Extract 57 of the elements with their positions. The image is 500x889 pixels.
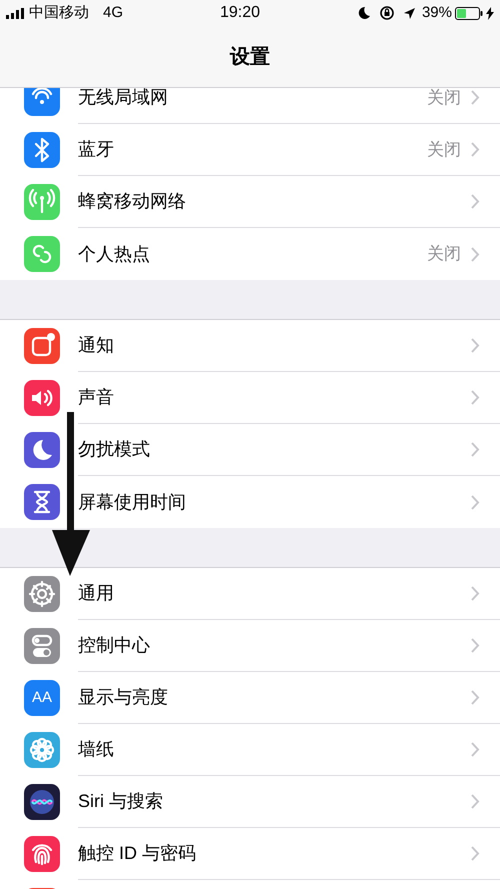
row-value: 关闭	[427, 243, 461, 266]
chevron-icon	[471, 338, 480, 353]
chevron-icon	[471, 194, 480, 209]
rotation-lock-icon	[378, 5, 395, 21]
row-value: 关闭	[427, 138, 461, 161]
row-label: 无线局域网	[78, 88, 169, 109]
chevron-icon	[471, 794, 480, 809]
settings-row[interactable]: 控制中心	[0, 620, 500, 672]
row-label: 屏幕使用时间	[78, 490, 187, 514]
row-label: 蜂窝移动网络	[78, 190, 187, 213]
settings-row[interactable]: 触控 ID 与密码	[0, 828, 500, 880]
settings-row[interactable]: 勿扰模式	[0, 424, 500, 476]
row-label: 个人热点	[78, 242, 151, 266]
settings-row[interactable]: 墙纸	[0, 724, 500, 776]
settings-row[interactable]: Siri 与搜索	[0, 776, 500, 828]
location-icon	[402, 6, 416, 20]
chevron-icon	[471, 690, 480, 705]
chevron-icon	[471, 442, 480, 457]
settings-row[interactable]: 个人热点 关闭	[0, 228, 500, 280]
settings-row[interactable]: 无线局域网 关闭	[0, 88, 500, 124]
row-label: 通知	[78, 334, 115, 357]
chevron-icon	[471, 846, 480, 861]
row-label: 触控 ID 与密码	[78, 842, 198, 865]
row-label: 控制中心	[78, 634, 151, 657]
settings-row[interactable]: AA 显示与亮度	[0, 672, 500, 724]
chevron-icon	[471, 90, 480, 105]
settings-row[interactable]: 蜂窝移动网络	[0, 176, 500, 228]
row-label: Siri 与搜索	[78, 790, 164, 813]
page-title: 设置	[230, 44, 270, 70]
row-label: 勿扰模式	[78, 438, 151, 461]
settings-row[interactable]: 蓝牙 关闭	[0, 124, 500, 176]
row-label: 墙纸	[78, 738, 115, 761]
network-type: 4G	[103, 2, 124, 23]
carrier-name: 中国移动	[29, 2, 89, 23]
row-value: 关闭	[427, 88, 461, 109]
charging-icon	[486, 6, 494, 20]
row-label: 显示与亮度	[78, 686, 169, 709]
settings-row[interactable]: 声音	[0, 372, 500, 424]
chevron-icon	[471, 586, 480, 601]
row-label: 声音	[78, 386, 115, 409]
battery-percent: 39%	[422, 2, 452, 23]
chevron-icon	[471, 390, 480, 405]
chevron-icon	[471, 142, 480, 157]
signal-icon	[6, 8, 26, 18]
settings-row[interactable]: 通用	[0, 568, 500, 620]
row-label: 蓝牙	[78, 138, 115, 161]
battery-icon	[455, 6, 483, 20]
chevron-icon	[471, 638, 480, 653]
clock: 19:20	[220, 3, 260, 23]
chevron-icon	[471, 246, 480, 262]
chevron-icon	[471, 494, 480, 510]
row-label: 通用	[78, 582, 115, 605]
settings-row[interactable]: 屏幕使用时间	[0, 476, 500, 528]
chevron-icon	[471, 742, 480, 757]
settings-row[interactable]: 通知	[0, 320, 500, 372]
text-size-icon: AA	[24, 680, 60, 716]
moon-icon	[356, 6, 371, 20]
